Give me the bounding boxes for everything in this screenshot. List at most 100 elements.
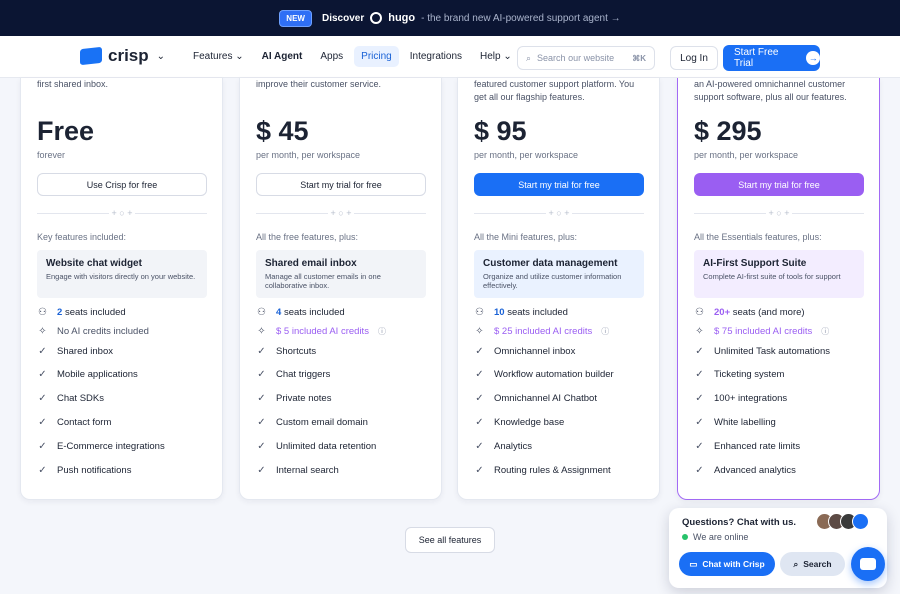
check-icon: ✓ bbox=[257, 393, 266, 404]
chat-icon: ▭ bbox=[689, 558, 698, 569]
check-icon: ✓ bbox=[475, 346, 484, 357]
start-free-trial-button[interactable]: Start Free Trial → bbox=[723, 45, 820, 71]
info-icon[interactable]: ⓘ bbox=[378, 326, 386, 337]
features-heading: All the Mini features, plus: bbox=[474, 232, 578, 242]
search-shortcut: ⌘K bbox=[632, 53, 646, 63]
agent-avatars bbox=[816, 513, 869, 530]
nav-integrations[interactable]: Integrations bbox=[403, 46, 469, 67]
feature-item: ✓ Unlimited Task automations bbox=[694, 346, 830, 357]
search-icon: ⌕ bbox=[793, 558, 799, 569]
check-icon: ✓ bbox=[38, 369, 47, 380]
avatar bbox=[852, 513, 869, 530]
feature-label: Private notes bbox=[276, 393, 332, 404]
highlight-feature: AI-First Support Suite Complete AI-first… bbox=[694, 250, 864, 298]
features-heading: All the free features, plus: bbox=[256, 232, 359, 242]
check-icon: ✓ bbox=[257, 346, 266, 357]
info-icon[interactable]: ⓘ bbox=[601, 326, 609, 337]
new-badge: NEW bbox=[279, 9, 312, 27]
plan-cta-button[interactable]: Start my trial for free bbox=[694, 173, 864, 196]
plan-price: $ 295 bbox=[694, 116, 762, 146]
feature-item: ✓ Custom email domain bbox=[256, 417, 368, 428]
users-icon: ⚇ bbox=[695, 307, 704, 318]
feature-item: ✓ Workflow automation builder bbox=[474, 369, 613, 380]
chat-launcher-button[interactable] bbox=[851, 547, 885, 581]
feature-item: ✓ Omnichannel AI Chatbot bbox=[474, 393, 597, 404]
chat-title: Questions? Chat with us. bbox=[682, 517, 797, 528]
plan-description: improve their customer service. bbox=[256, 79, 382, 89]
highlight-feature-title: Website chat widget bbox=[46, 258, 142, 269]
check-icon: ✓ bbox=[38, 465, 47, 476]
feature-item: ✓ Mobile applications bbox=[37, 369, 138, 380]
banner-brand: hugo bbox=[388, 12, 416, 24]
highlight-feature-desc: Manage all customer emails in one collab… bbox=[265, 272, 381, 290]
seats-count: 20+ bbox=[714, 307, 731, 318]
feature-label: Omnichannel inbox bbox=[494, 346, 576, 357]
feature-label: Chat triggers bbox=[276, 369, 331, 380]
feature-label: Routing rules & Assignment bbox=[494, 465, 611, 476]
search-input[interactable]: ⌕ Search our website ⌘K bbox=[517, 46, 655, 70]
feature-label: 100+ integrations bbox=[714, 393, 788, 404]
feature-label: Shortcuts bbox=[276, 346, 317, 357]
chat-button-label: Chat with Crisp bbox=[702, 559, 765, 569]
highlight-feature: Customer data management Organize and ut… bbox=[474, 250, 644, 298]
feature-item: ✓ E-Commerce integrations bbox=[37, 441, 164, 452]
feature-label: Analytics bbox=[494, 441, 533, 452]
feature-item: ✓ Omnichannel inbox bbox=[474, 346, 575, 357]
divider-ornament-icon: + ○ + bbox=[548, 208, 570, 218]
check-icon: ✓ bbox=[475, 465, 484, 476]
pricing-card: featured customer support platform. You … bbox=[457, 78, 660, 500]
ai-credits-text: No AI credits included bbox=[57, 326, 149, 337]
check-icon: ✓ bbox=[257, 465, 266, 476]
feature-item: ✓ Shared inbox bbox=[37, 346, 113, 357]
announcement-banner[interactable]: NEW Discover hugo - the brand new AI-pow… bbox=[0, 0, 900, 36]
nav-ai-agent[interactable]: AI Agent bbox=[255, 46, 310, 67]
users-icon: ⚇ bbox=[38, 307, 47, 318]
chat-bubble-icon bbox=[860, 558, 876, 570]
seats-feature: ⚇ 20+ seats (and more) bbox=[694, 307, 805, 318]
plan-description: featured customer support platform. You … bbox=[474, 79, 635, 102]
ai-credits-text: $ 25 included AI credits bbox=[494, 326, 593, 337]
seats-text: seats included bbox=[507, 307, 568, 318]
highlight-feature-title: Shared email inbox bbox=[265, 258, 357, 269]
feature-item: ✓ Chat SDKs bbox=[37, 393, 104, 404]
online-dot-icon bbox=[682, 534, 688, 540]
sparkles-icon: ✧ bbox=[695, 326, 704, 337]
highlight-feature: Shared email inbox Manage all customer e… bbox=[256, 250, 426, 298]
plan-cta-button[interactable]: Start my trial for free bbox=[474, 173, 644, 196]
plan-cta-button[interactable]: Use Crisp for free bbox=[37, 173, 207, 196]
seats-text: seats included bbox=[283, 307, 345, 318]
chat-search-button[interactable]: ⌕ Search bbox=[780, 552, 845, 576]
check-icon: ✓ bbox=[475, 369, 484, 380]
hugo-logo-icon bbox=[370, 12, 383, 24]
feature-item: ✓ Ticketing system bbox=[694, 369, 784, 380]
seats-feature: ⚇ 4 seats included bbox=[256, 307, 345, 318]
arrow-right-icon: → bbox=[806, 51, 820, 65]
feature-item: ✓ Private notes bbox=[256, 393, 331, 404]
check-icon: ✓ bbox=[38, 393, 47, 404]
highlight-feature: Website chat widget Engage with visitors… bbox=[37, 250, 207, 298]
plan-cta-button[interactable]: Start my trial for free bbox=[256, 173, 426, 196]
check-icon: ✓ bbox=[257, 369, 266, 380]
plan-period: per month, per workspace bbox=[256, 150, 361, 160]
see-all-features-button[interactable]: See all features bbox=[405, 527, 495, 553]
ai-credits-feature: ✧ $ 25 included AI credits ⓘ bbox=[474, 326, 609, 337]
feature-item: ✓ Internal search bbox=[256, 465, 339, 476]
nav-help[interactable]: Help ⌄ bbox=[473, 46, 519, 67]
banner-tagline[interactable]: - the brand new AI-powered support agent… bbox=[421, 13, 621, 24]
nav-pricing[interactable]: Pricing bbox=[354, 46, 399, 67]
ai-credits-text: $ 5 included AI credits bbox=[276, 326, 369, 337]
chat-with-crisp-button[interactable]: ▭ Chat with Crisp bbox=[679, 552, 775, 576]
login-button[interactable]: Log In bbox=[670, 46, 718, 70]
feature-label: White labelling bbox=[714, 417, 776, 428]
crisp-logo[interactable]: crisp ⌄ bbox=[80, 46, 165, 66]
nav-apps[interactable]: Apps bbox=[313, 46, 350, 67]
pricing-card: an AI-powered omnichannel customer suppo… bbox=[677, 78, 880, 500]
info-icon[interactable]: ⓘ bbox=[821, 326, 829, 337]
feature-label: Chat SDKs bbox=[57, 393, 104, 404]
search-placeholder: Search our website bbox=[537, 53, 615, 63]
sparkles-icon: ✧ bbox=[475, 326, 484, 337]
check-icon: ✓ bbox=[695, 417, 704, 428]
feature-label: Custom email domain bbox=[276, 417, 368, 428]
feature-label: Ticketing system bbox=[714, 369, 785, 380]
nav-features[interactable]: Features ⌄ bbox=[186, 46, 251, 67]
